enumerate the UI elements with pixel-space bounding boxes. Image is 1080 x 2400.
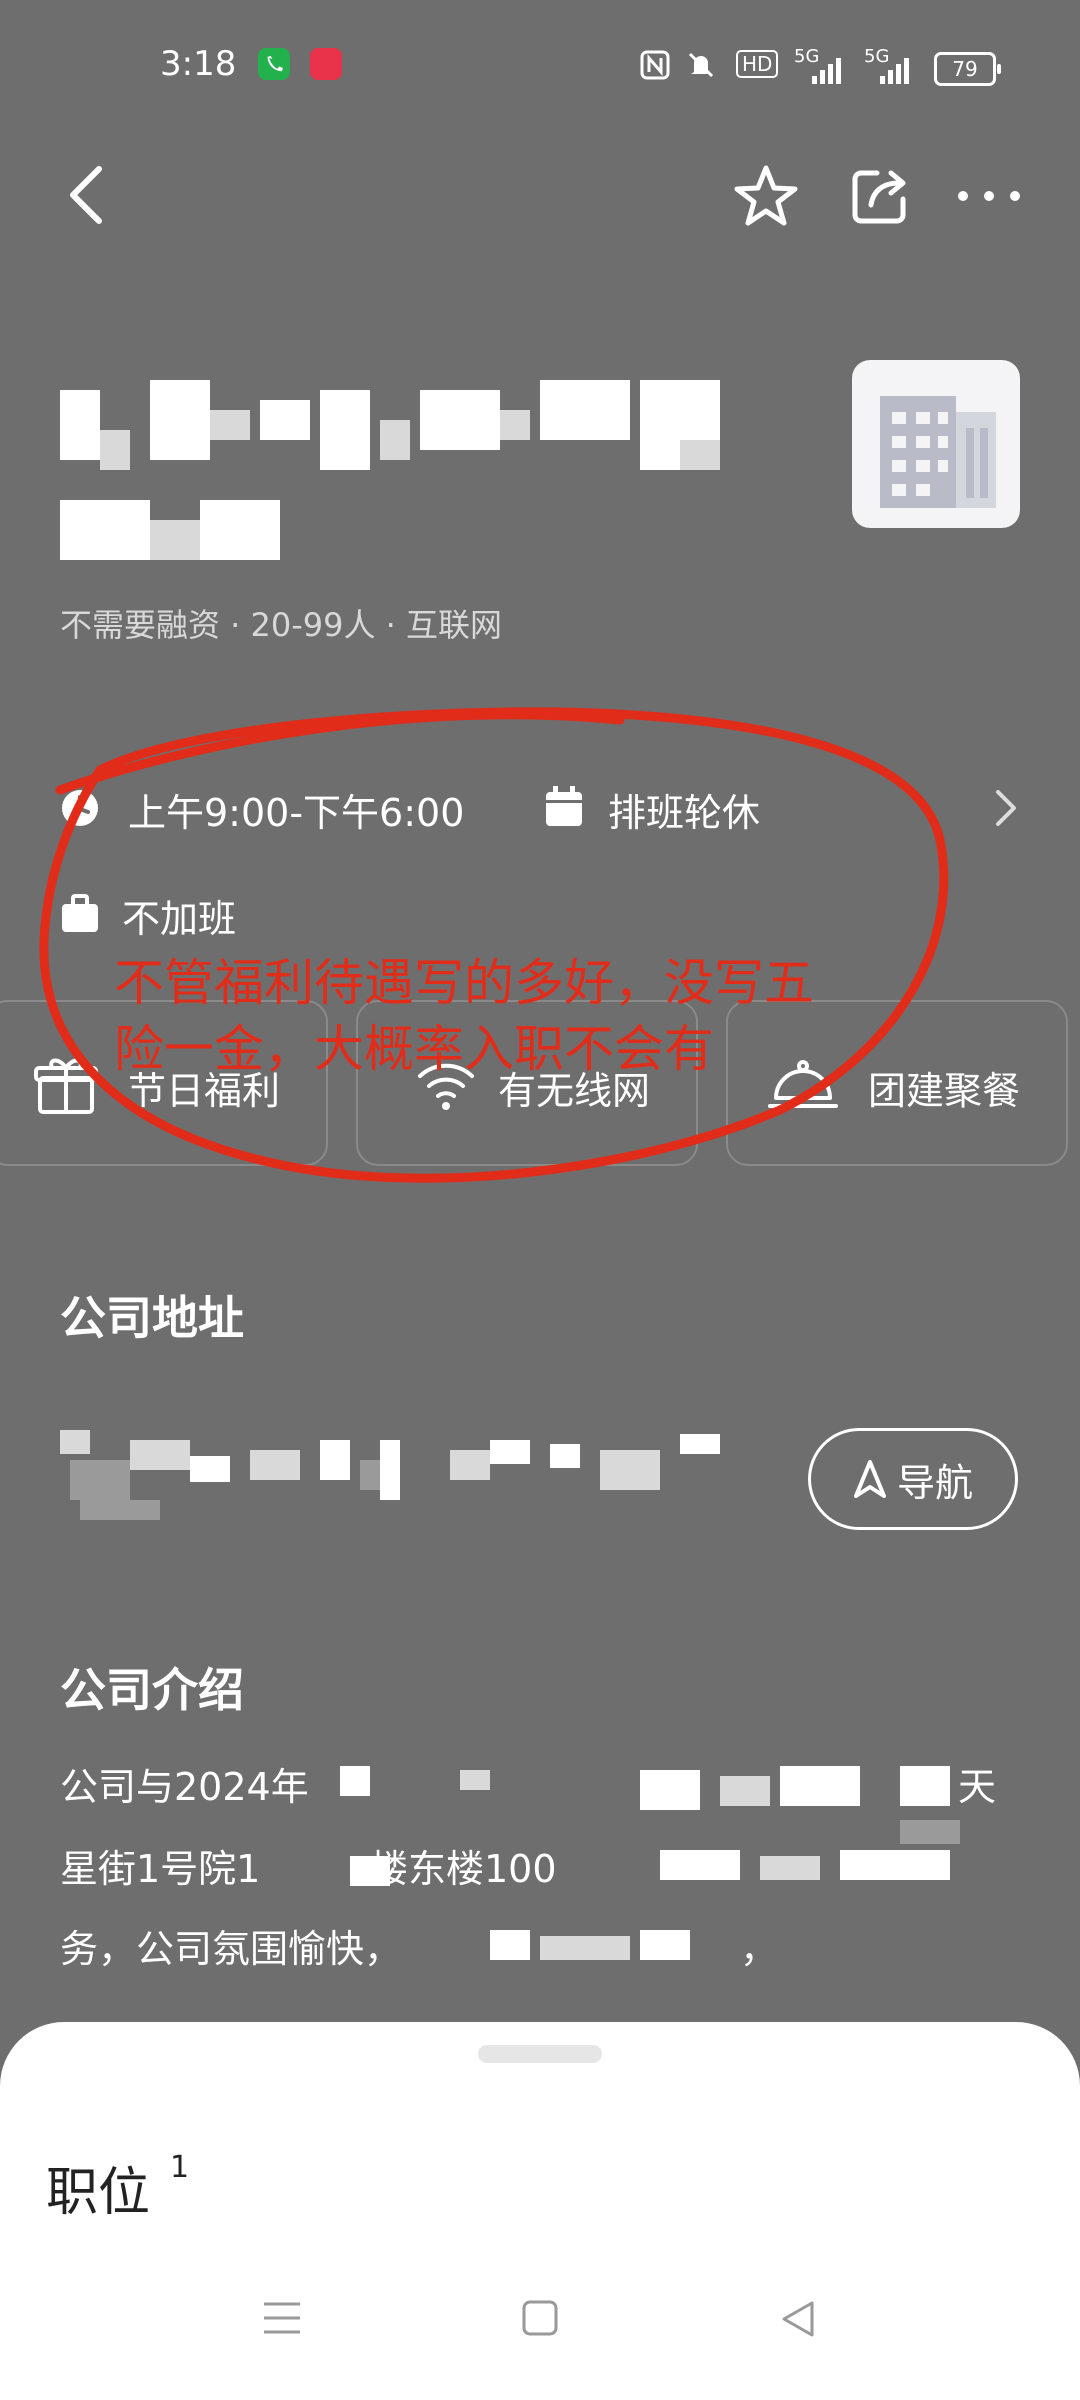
back-nav-button[interactable]	[780, 2300, 816, 2342]
company-meta: 不需要融资 · 20-99人 · 互联网	[60, 606, 503, 644]
address-title: 公司地址	[60, 1291, 244, 1345]
bottom-sheet[interactable]	[0, 2022, 1080, 2400]
nfc-icon	[640, 50, 670, 87]
star-icon	[734, 165, 798, 226]
back-arrow-icon	[70, 166, 102, 224]
positions-title: 职位	[46, 2163, 151, 2223]
status-bar: 3:18 HD 5G 5G 79	[0, 0, 1080, 140]
intro-line-1: 公司与2024年	[60, 1765, 309, 1809]
status-time: 3:18	[160, 44, 237, 84]
menu-icon	[264, 2302, 300, 2334]
mute-icon	[686, 50, 716, 87]
intro-title: 公司介绍	[60, 1663, 244, 1717]
share-button[interactable]	[840, 156, 920, 236]
favorite-button[interactable]	[726, 156, 806, 236]
annotation-note: 不管福利待遇写的多好，没写五险一金，大概率入职不会有	[114, 954, 814, 1078]
more-dots-icon	[958, 191, 1020, 201]
battery-indicator: 79	[934, 52, 1001, 86]
home-square-icon	[522, 2300, 558, 2336]
signal-1-icon	[812, 58, 842, 88]
intro-redacted-blocks	[300, 1760, 1000, 1960]
navigation-arrow-icon	[853, 1460, 886, 1498]
back-triangle-icon	[782, 2301, 814, 2337]
share-icon	[852, 170, 906, 224]
company-name-redacted	[60, 370, 740, 590]
navigate-label: 导航	[896, 1460, 973, 1505]
signal-2-icon	[880, 58, 910, 88]
back-button[interactable]	[50, 150, 120, 240]
phone-app-icon	[258, 48, 290, 80]
menu-nav-button[interactable]	[262, 2300, 302, 2340]
sheet-drag-handle[interactable]	[478, 2045, 602, 2063]
home-nav-button[interactable]	[522, 2300, 558, 2340]
company-logo	[852, 360, 1020, 528]
more-options-button[interactable]	[954, 166, 1024, 226]
hd-badge: HD	[736, 50, 779, 78]
navigate-button[interactable]: 导航	[808, 1428, 1018, 1530]
building-icon	[880, 396, 996, 508]
positions-count: 1	[170, 2150, 190, 2185]
address-text-redacted	[60, 1420, 740, 1530]
intro-line-2: 星街1号院1	[60, 1847, 261, 1891]
news-app-icon	[310, 48, 342, 80]
